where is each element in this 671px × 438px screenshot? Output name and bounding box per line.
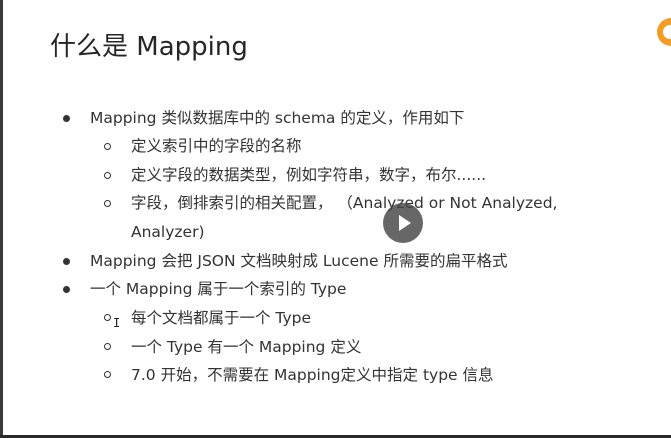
text-cursor-icon: I	[113, 316, 121, 330]
slide-bullet-list: Mapping 类似数据库中的 schema 的定义，作用如下 定义索引中的字段…	[0, 0, 671, 438]
play-icon[interactable]	[383, 203, 423, 243]
bullet-text: 一个 Mapping 属于一个索引的 Type	[90, 280, 347, 298]
bullet-dot	[63, 115, 70, 122]
bullet-text: Mapping 会把 JSON 文档映射成 Lucene 所需要的扁平格式	[90, 252, 508, 270]
sub-bullet-text: 定义字段的数据类型，例如字符串，数字，布尔......	[131, 166, 487, 184]
sub-bullet-text: 7.0 开始，不需要在 Mapping定义中指定 type 信息	[131, 366, 494, 384]
sub-bullet-text: 定义索引中的字段的名称	[131, 137, 302, 155]
sub-bullet-text: 字段，倒排索引的相关配置， （Analyzed or Not Analyzed,	[131, 194, 558, 212]
sub-bullet-circle	[104, 200, 111, 207]
sub-bullet-circle	[104, 371, 111, 378]
sub-bullet-circle	[104, 314, 111, 321]
sub-bullet-circle	[104, 343, 111, 350]
sub-bullet-circle	[104, 172, 111, 179]
sub-bullet-text-continuation: Analyzer)	[131, 223, 205, 241]
bullet-dot	[63, 286, 70, 293]
sub-bullet-text: 每个文档都属于一个 Type	[131, 309, 312, 327]
sub-bullet-text: 一个 Type 有一个 Mapping 定义	[131, 338, 362, 356]
bullet-dot	[63, 258, 70, 265]
sub-bullet-circle	[104, 143, 111, 150]
bullet-text: Mapping 类似数据库中的 schema 的定义，作用如下	[90, 109, 465, 127]
